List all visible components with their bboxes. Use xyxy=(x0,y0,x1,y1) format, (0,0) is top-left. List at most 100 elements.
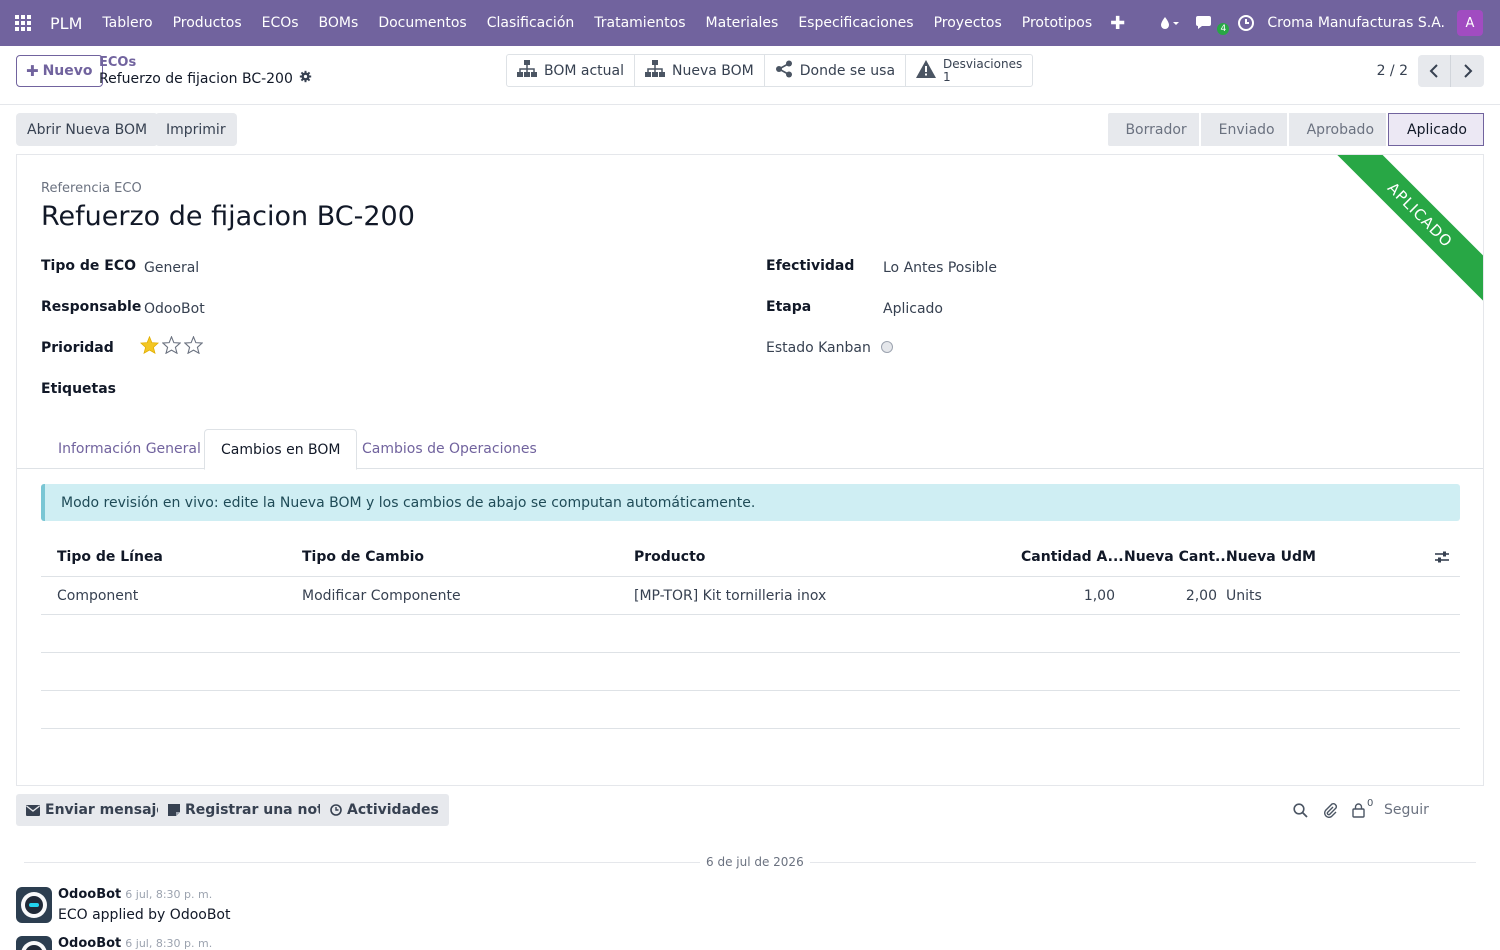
stage-pipeline: Borrador Enviado Aprobado Aplicado xyxy=(1106,113,1484,146)
efectividad-label: Efectividad xyxy=(766,258,855,274)
desviaciones-button[interactable]: Desviaciones 1 xyxy=(906,55,1032,86)
print-button[interactable]: Imprimir xyxy=(155,113,237,146)
form-sheet: APLICADO Referencia ECO Refuerzo de fija… xyxy=(16,154,1484,786)
menu-productos[interactable]: Productos xyxy=(163,15,252,31)
note-icon xyxy=(168,804,180,816)
message-author-name: OdooBot xyxy=(58,887,122,902)
pager-value[interactable]: 2 / 2 xyxy=(1377,63,1408,79)
gear-icon[interactable] xyxy=(299,70,312,87)
followers-button[interactable]: 0 xyxy=(1352,798,1373,818)
eco-reference-label: Referencia ECO xyxy=(41,181,142,196)
eco-title[interactable]: Refuerzo de fijacion BC-200 xyxy=(41,201,415,232)
tab-informacion-general[interactable]: Información General xyxy=(42,429,217,469)
stage-enviado[interactable]: Enviado xyxy=(1200,113,1287,146)
column-cantidad-anterior[interactable]: Cantidad A... xyxy=(1021,537,1124,577)
log-note-label: Registrar una nota xyxy=(185,802,334,818)
etapa-field[interactable]: Aplicado xyxy=(883,301,943,317)
follow-button[interactable]: Seguir xyxy=(1384,794,1429,826)
followers-count: 0 xyxy=(1367,797,1374,809)
responsable-field[interactable]: OdooBot xyxy=(144,301,205,317)
debug-drop-icon[interactable] xyxy=(1151,15,1187,31)
tab-cambios-de-operaciones[interactable]: Cambios de Operaciones xyxy=(346,429,553,469)
paperclip-icon[interactable] xyxy=(1322,802,1338,818)
menu-ecos[interactable]: ECOs xyxy=(252,15,309,31)
message-time: 6 jul, 8:30 p. m. xyxy=(125,888,213,901)
responsable-label: Responsable xyxy=(41,299,142,315)
optional-columns-icon[interactable] xyxy=(1435,537,1449,577)
odoobot-avatar[interactable] xyxy=(16,887,52,923)
new-button[interactable]: ✚ Nuevo xyxy=(16,55,103,87)
user-avatar[interactable]: A xyxy=(1457,10,1483,36)
tipo-eco-field[interactable]: General xyxy=(144,260,199,276)
menu-especificaciones[interactable]: Especificaciones xyxy=(788,15,923,31)
etiquetas-label: Etiquetas xyxy=(41,381,117,397)
message-author-name: OdooBot xyxy=(58,936,122,950)
menu-tratamientos[interactable]: Tratamientos xyxy=(584,15,695,31)
pager-previous-button[interactable] xyxy=(1418,55,1451,87)
message-author[interactable]: OdooBot 6 jul, 8:30 p. m. xyxy=(58,887,212,902)
date-separator: 6 de jul de 2026 xyxy=(24,855,1476,871)
menu-tablero[interactable]: Tablero xyxy=(92,15,162,31)
chevron-left-icon xyxy=(1429,64,1438,78)
priority-stars xyxy=(140,336,203,354)
menu-boms[interactable]: BOMs xyxy=(309,15,369,31)
messages-icon[interactable]: 4 xyxy=(1187,14,1230,35)
log-note-button[interactable]: Registrar una nota xyxy=(158,794,344,826)
menu-prototipos[interactable]: Prototipos xyxy=(1012,15,1102,31)
column-nueva-udm[interactable]: Nueva UdM xyxy=(1226,537,1316,577)
menu-clasificacion[interactable]: Clasificación xyxy=(477,15,585,31)
efectividad-field[interactable]: Lo Antes Posible xyxy=(883,260,997,276)
star-empty-icon[interactable] xyxy=(162,336,181,354)
chatter-tools: 0 xyxy=(1293,794,1373,826)
send-message-button[interactable]: Enviar mensaje xyxy=(16,794,176,826)
odoobot-avatar[interactable] xyxy=(16,936,52,950)
navbar-systray: 4 Croma Manufacturas S.A. A xyxy=(1151,0,1500,46)
share-icon xyxy=(775,60,793,82)
column-tipo-linea[interactable]: Tipo de Línea xyxy=(57,537,163,577)
column-tipo-cambio[interactable]: Tipo de Cambio xyxy=(302,537,424,577)
kanban-state-indicator[interactable] xyxy=(881,341,893,353)
nueva-bom-button[interactable]: Nueva BOM xyxy=(635,55,765,86)
desviaciones-label: Desviaciones xyxy=(943,56,1023,71)
stage-borrador[interactable]: Borrador xyxy=(1108,113,1199,146)
table-header: Tipo de Línea Tipo de Cambio Producto Ca… xyxy=(41,537,1460,577)
message-time: 6 jul, 8:30 p. m. xyxy=(125,937,213,950)
date-separator-label: 6 de jul de 2026 xyxy=(700,855,810,869)
breadcrumb-parent[interactable]: ECOs xyxy=(99,55,136,70)
menu-proyectos[interactable]: Proyectos xyxy=(924,15,1012,31)
tab-cambios-en-bom[interactable]: Cambios en BOM xyxy=(204,429,358,470)
search-icon[interactable] xyxy=(1293,802,1308,818)
tipo-eco-label: Tipo de ECO xyxy=(41,258,136,274)
warning-icon xyxy=(916,59,937,82)
table-row[interactable]: Component Modificar Componente [MP-TOR] … xyxy=(41,577,1460,615)
app-brand[interactable]: PLM xyxy=(46,14,92,33)
donde-se-usa-label: Donde se usa xyxy=(799,62,896,79)
chevron-right-icon xyxy=(1463,64,1472,78)
plus-icon[interactable]: ✚ xyxy=(1102,13,1133,34)
activities-button[interactable]: Actividades xyxy=(320,794,449,826)
sitemap-icon xyxy=(645,59,666,82)
company-switcher[interactable]: Croma Manufacturas S.A. xyxy=(1263,15,1457,31)
pager-next-button[interactable] xyxy=(1451,55,1484,87)
menu-documentos[interactable]: Documentos xyxy=(368,15,476,31)
star-empty-icon[interactable] xyxy=(184,336,203,354)
cell-tipo-cambio: Modificar Componente xyxy=(302,588,461,604)
bom-actual-button[interactable]: BOM actual xyxy=(507,55,636,86)
table-empty-row xyxy=(41,653,1460,691)
column-nueva-cantidad[interactable]: Nueva Cant... xyxy=(1124,537,1231,577)
stage-aplicado[interactable]: Aplicado xyxy=(1388,113,1484,146)
table-empty-row xyxy=(41,691,1460,729)
breadcrumb-current: Refuerzo de fijacion BC-200 xyxy=(99,70,312,87)
cell-cantidad-anterior: 1,00 xyxy=(1083,588,1115,604)
column-producto[interactable]: Producto xyxy=(634,537,705,577)
clock-icon xyxy=(330,804,342,816)
activities-clock-icon[interactable] xyxy=(1229,14,1263,32)
star-filled-icon[interactable] xyxy=(140,336,159,354)
open-new-bom-button[interactable]: Abrir Nueva BOM xyxy=(16,113,159,146)
donde-se-usa-button[interactable]: Donde se usa xyxy=(765,55,907,86)
apps-menu-icon[interactable] xyxy=(0,0,46,46)
stage-aprobado[interactable]: Aprobado xyxy=(1288,113,1387,146)
bom-changes-table: Tipo de Línea Tipo de Cambio Producto Ca… xyxy=(41,537,1460,729)
message-author[interactable]: OdooBot 6 jul, 8:30 p. m. xyxy=(58,936,212,950)
menu-materiales[interactable]: Materiales xyxy=(696,15,789,31)
